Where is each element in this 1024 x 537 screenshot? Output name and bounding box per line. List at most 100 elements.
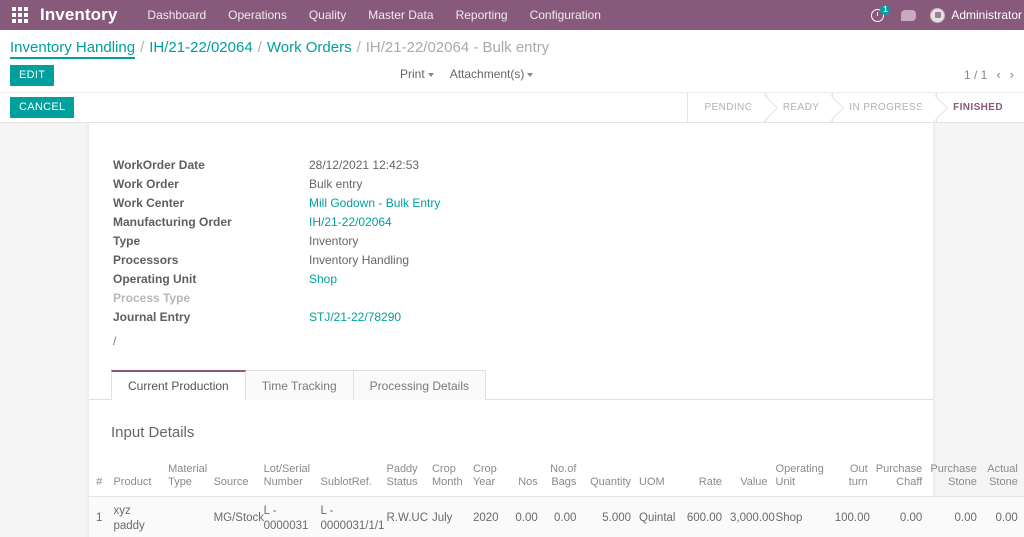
column-header[interactable]: Material Type: [164, 456, 210, 497]
control-panel-buttons-row: EDIT Print Attachment(s) 1 / 1 ‹ ›: [0, 63, 1024, 92]
table-cell[interactable]: 600.00: [682, 496, 727, 537]
table-cell[interactable]: 0.00: [980, 496, 1022, 537]
table-cell[interactable]: xyz paddy: [109, 496, 165, 537]
chevron-down-icon: [427, 72, 434, 77]
column-header[interactable]: Crop Month: [427, 456, 469, 497]
user-menu[interactable]: Administrator: [930, 7, 1022, 23]
column-header[interactable]: Actual Stone: [980, 456, 1022, 497]
table-cell[interactable]: 0.00: [541, 496, 581, 537]
trailing-slash-value: [309, 326, 440, 351]
breadcrumb-separator: /: [257, 39, 262, 56]
column-header[interactable]: UOM: [635, 456, 683, 497]
column-header[interactable]: Product: [109, 456, 165, 497]
field-row-process-type: Process Type: [113, 288, 440, 307]
field-row-operating-unit: Operating Unit Shop: [113, 269, 440, 288]
menu-item-master-data[interactable]: Master Data: [368, 8, 433, 22]
field-label-process-type: Process Type: [113, 290, 191, 305]
chat-bubble-icon[interactable]: [901, 9, 917, 21]
field-row-work-order: Work Order Bulk entry: [113, 174, 440, 193]
column-header[interactable]: Crop Year: [468, 456, 506, 497]
table-cell[interactable]: MG/Stock: [209, 496, 264, 537]
form-sheet: WorkOrder Date 28/12/2021 12:42:53 Work …: [88, 123, 1024, 537]
status-step-in-progress[interactable]: IN PROGRESS: [832, 93, 937, 122]
table-row[interactable]: 1 xyz paddy MG/Stock L - 0000031 L - 0000031…: [89, 496, 1024, 537]
table-cell[interactable]: [164, 496, 210, 537]
menu-item-operations[interactable]: Operations: [228, 8, 287, 22]
breadcrumb-item-order[interactable]: IH/21-22/02064: [149, 39, 252, 56]
print-dropdown[interactable]: Print: [400, 67, 434, 81]
menu-item-reporting[interactable]: Reporting: [456, 8, 508, 22]
column-header[interactable]: Nos: [505, 456, 542, 497]
table-cell[interactable]: Shop: [771, 496, 831, 537]
table-cell[interactable]: R.W.UC: [382, 496, 428, 537]
field-value-work-center[interactable]: Mill Godown - Bulk Entry: [309, 193, 440, 212]
status-step-pending[interactable]: PENDING: [687, 93, 766, 122]
table-cell[interactable]: 5.000: [580, 496, 636, 537]
table-cell[interactable]: L - 0000031: [259, 496, 317, 537]
tab-time-tracking[interactable]: Time Tracking: [244, 369, 354, 400]
column-header[interactable]: Paddy Status: [382, 456, 428, 497]
menu-item-configuration[interactable]: Configuration: [530, 8, 601, 22]
breadcrumb-item-work-orders[interactable]: Work Orders: [267, 39, 352, 56]
column-header[interactable]: #: [89, 456, 110, 497]
field-label-workorder-date: WorkOrder Date: [113, 157, 205, 172]
table-cell[interactable]: 100.00: [830, 496, 872, 537]
column-header[interactable]: Out turn: [830, 456, 872, 497]
apps-grid-icon[interactable]: [12, 7, 28, 23]
column-header[interactable]: SublotRef.: [316, 456, 383, 497]
table-cell[interactable]: 1: [89, 496, 110, 537]
table-cell[interactable]: 0.00: [926, 496, 981, 537]
field-label-type: Type: [113, 233, 141, 248]
form-sheet-area: WorkOrder Date 28/12/2021 12:42:53 Work …: [0, 123, 1024, 537]
table-cell[interactable]: Quintal: [635, 496, 683, 537]
table-cell[interactable]: 0.00: [871, 496, 927, 537]
column-header[interactable]: Quantity: [580, 456, 636, 497]
attachments-label: Attachment(s): [449, 67, 525, 81]
column-header[interactable]: Purchase Stone: [926, 456, 981, 497]
edit-button[interactable]: EDIT: [10, 65, 55, 86]
field-value-processors: Inventory Handling: [309, 252, 410, 267]
breadcrumb-separator: /: [356, 39, 361, 56]
field-value-journal-entry[interactable]: STJ/21-22/78290: [309, 307, 440, 326]
tab-current-production[interactable]: Current Production: [111, 369, 246, 400]
field-value-type: Inventory: [309, 233, 359, 248]
app-brand-title[interactable]: Inventory: [40, 5, 117, 25]
field-row-processors: Processors Inventory Handling: [113, 250, 440, 269]
input-details-table: # Product Material Type Source Lot/Serial Nu…: [89, 456, 1024, 537]
column-header[interactable]: Value: [726, 456, 772, 497]
table-cell[interactable]: 0.00: [505, 496, 542, 537]
attachments-dropdown[interactable]: Attachment(s): [450, 67, 534, 81]
tab-processing-details[interactable]: Processing Details: [352, 369, 486, 400]
breadcrumb-item-inventory-handling[interactable]: Inventory Handling: [10, 39, 136, 59]
column-header[interactable]: Rate: [682, 456, 727, 497]
table-cell[interactable]: 3,000.00: [726, 496, 775, 537]
menu-item-dashboard[interactable]: Dashboard: [147, 8, 206, 22]
table-cell[interactable]: July: [427, 496, 469, 537]
field-label-work-center: Work Center: [113, 195, 185, 210]
cancel-button[interactable]: CANCEL: [10, 97, 75, 118]
field-value-manufacturing-order[interactable]: IH/21-22/02064: [309, 212, 440, 231]
table-cell[interactable]: L - 0000031/1/1: [316, 496, 384, 537]
column-header[interactable]: Purchase Chaff: [871, 456, 927, 497]
control-panel-dropdowns: Print Attachment(s): [400, 67, 534, 81]
table-cell[interactable]: 2020: [468, 496, 506, 537]
menu-item-quality[interactable]: Quality: [309, 8, 346, 22]
column-header[interactable]: Operating Unit: [771, 456, 831, 497]
pager-next-icon[interactable]: ›: [1010, 67, 1014, 82]
trailing-slash-label: /: [113, 334, 117, 348]
field-value-operating-unit[interactable]: Shop: [309, 269, 440, 288]
user-name-label: Administrator: [951, 8, 1022, 22]
field-label-journal-entry: Journal Entry: [113, 309, 191, 324]
activity-menu[interactable]: 1: [871, 5, 891, 23]
pager-counter: 1 / 1: [963, 67, 988, 82]
field-value-work-order: Bulk entry: [309, 176, 363, 191]
column-header[interactable]: No.of Bags: [541, 456, 581, 497]
pager-previous-icon[interactable]: ‹: [996, 67, 1000, 82]
column-header[interactable]: Source: [209, 456, 260, 497]
field-row-manufacturing-order: Manufacturing Order IH/21-22/02064: [113, 212, 440, 231]
field-label-operating-unit: Operating Unit: [113, 271, 197, 286]
column-header[interactable]: Lot/Serial Number: [259, 456, 317, 497]
form-fields: WorkOrder Date 28/12/2021 12:42:53 Work …: [113, 155, 440, 351]
field-row-type: Type Inventory: [113, 231, 440, 250]
field-row-trailing: /: [113, 326, 440, 351]
